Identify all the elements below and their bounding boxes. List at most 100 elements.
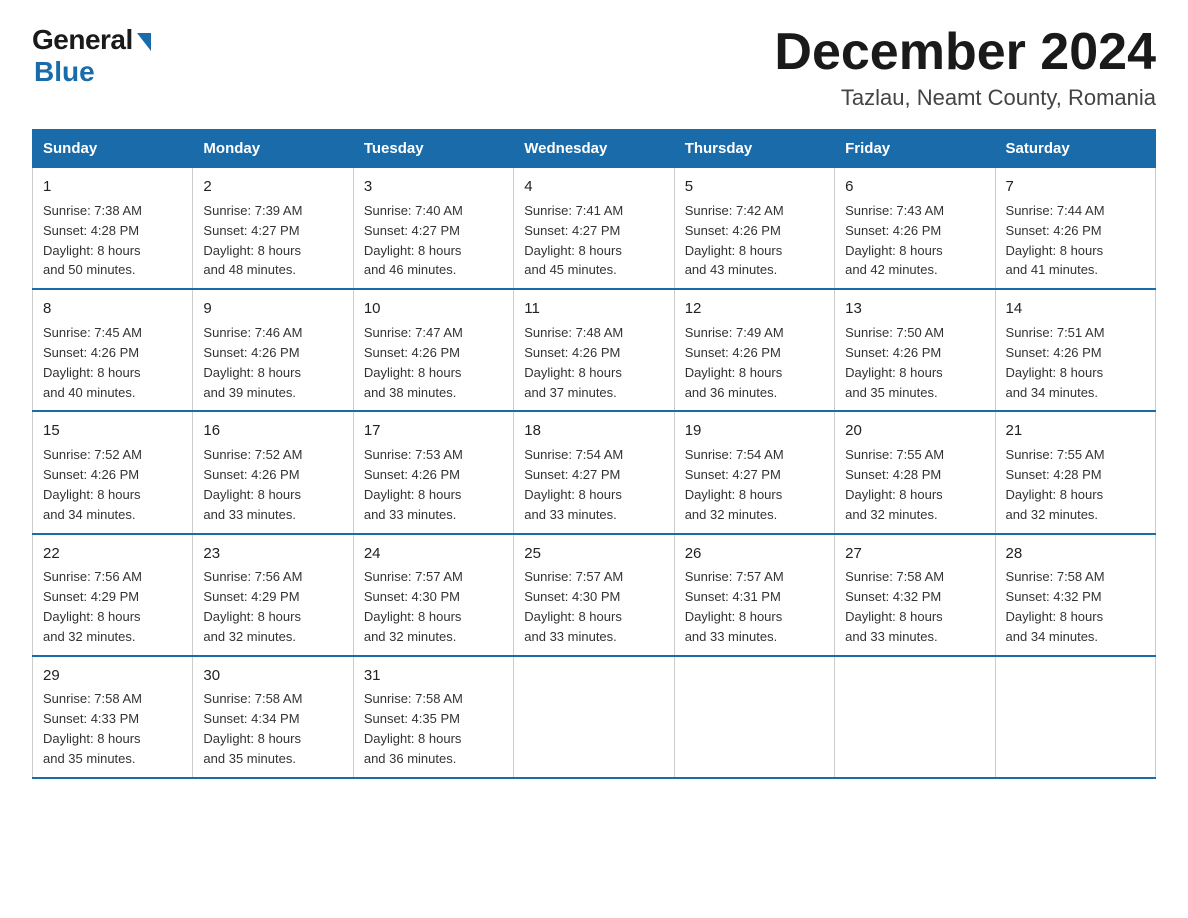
calendar-cell: 3Sunrise: 7:40 AMSunset: 4:27 PMDaylight… xyxy=(353,168,513,290)
page-header: General Blue December 2024 Tazlau, Neamt… xyxy=(32,24,1156,111)
day-number: 26 xyxy=(685,543,824,565)
day-info: Sunrise: 7:52 AMSunset: 4:26 PMDaylight:… xyxy=(43,447,142,522)
calendar-cell: 22 Sunrise: 7:56 AMSunset: 4:29 PMDayligh… xyxy=(33,534,193,656)
header-tuesday: Tuesday xyxy=(353,130,513,168)
day-info: Sunrise: 7:55 AMSunset: 4:28 PMDaylight:… xyxy=(1006,447,1105,522)
day-info: Sunrise: 7:56 AMSunset: 4:29 PMDaylight:… xyxy=(43,569,142,644)
day-info: Sunrise: 7:55 AMSunset: 4:28 PMDaylight:… xyxy=(845,447,944,522)
day-number: 6 xyxy=(845,176,984,198)
calendar-week-4: 22 Sunrise: 7:56 AMSunset: 4:29 PMDayligh… xyxy=(33,534,1156,656)
day-info: Sunrise: 7:46 AMSunset: 4:26 PMDaylight:… xyxy=(203,325,302,400)
calendar-subtitle: Tazlau, Neamt County, Romania xyxy=(774,85,1156,111)
calendar-cell xyxy=(995,656,1155,778)
day-number: 24 xyxy=(364,543,503,565)
logo-blue-text: Blue xyxy=(34,56,95,88)
header-wednesday: Wednesday xyxy=(514,130,674,168)
calendar-cell: 9 Sunrise: 7:46 AMSunset: 4:26 PMDaylight… xyxy=(193,289,353,411)
day-info: Sunrise: 7:57 AMSunset: 4:31 PMDaylight:… xyxy=(685,569,784,644)
day-info: Sunrise: 7:38 AMSunset: 4:28 PMDaylight:… xyxy=(43,203,142,278)
calendar-week-2: 8 Sunrise: 7:45 AMSunset: 4:26 PMDaylight… xyxy=(33,289,1156,411)
calendar-cell: 12 Sunrise: 7:49 AMSunset: 4:26 PMDayligh… xyxy=(674,289,834,411)
calendar-cell: 29Sunrise: 7:58 AMSunset: 4:33 PMDayligh… xyxy=(33,656,193,778)
day-number: 23 xyxy=(203,543,342,565)
day-info: Sunrise: 7:42 AMSunset: 4:26 PMDaylight:… xyxy=(685,203,784,278)
calendar-cell: 1Sunrise: 7:38 AMSunset: 4:28 PMDaylight… xyxy=(33,168,193,290)
calendar-cell: 4Sunrise: 7:41 AMSunset: 4:27 PMDaylight… xyxy=(514,168,674,290)
calendar-cell: 6 Sunrise: 7:43 AMSunset: 4:26 PMDaylight… xyxy=(835,168,995,290)
day-info: Sunrise: 7:45 AMSunset: 4:26 PMDaylight:… xyxy=(43,325,142,400)
day-info: Sunrise: 7:56 AMSunset: 4:29 PMDaylight:… xyxy=(203,569,302,644)
calendar-cell: 15 Sunrise: 7:52 AMSunset: 4:26 PMDayligh… xyxy=(33,411,193,533)
calendar-cell: 13 Sunrise: 7:50 AMSunset: 4:26 PMDayligh… xyxy=(835,289,995,411)
calendar-cell: 26 Sunrise: 7:57 AMSunset: 4:31 PMDayligh… xyxy=(674,534,834,656)
day-number: 15 xyxy=(43,420,182,442)
day-number: 4 xyxy=(524,176,663,198)
calendar-cell: 23 Sunrise: 7:56 AMSunset: 4:29 PMDayligh… xyxy=(193,534,353,656)
day-number: 20 xyxy=(845,420,984,442)
logo-general-text: General xyxy=(32,24,133,56)
day-info: Sunrise: 7:57 AMSunset: 4:30 PMDaylight:… xyxy=(524,569,623,644)
calendar-cell: 10Sunrise: 7:47 AMSunset: 4:26 PMDayligh… xyxy=(353,289,513,411)
day-number: 9 xyxy=(203,298,342,320)
day-info: Sunrise: 7:48 AMSunset: 4:26 PMDaylight:… xyxy=(524,325,623,400)
day-number: 12 xyxy=(685,298,824,320)
calendar-cell xyxy=(835,656,995,778)
day-info: Sunrise: 7:50 AMSunset: 4:26 PMDaylight:… xyxy=(845,325,944,400)
calendar-week-3: 15 Sunrise: 7:52 AMSunset: 4:26 PMDayligh… xyxy=(33,411,1156,533)
day-number: 28 xyxy=(1006,543,1145,565)
calendar-cell: 28Sunrise: 7:58 AMSunset: 4:32 PMDayligh… xyxy=(995,534,1155,656)
calendar-cell: 19Sunrise: 7:54 AMSunset: 4:27 PMDayligh… xyxy=(674,411,834,533)
day-number: 5 xyxy=(685,176,824,198)
day-info: Sunrise: 7:58 AMSunset: 4:32 PMDaylight:… xyxy=(845,569,944,644)
day-number: 25 xyxy=(524,543,663,565)
logo: General Blue xyxy=(32,24,151,88)
calendar-cell: 25 Sunrise: 7:57 AMSunset: 4:30 PMDayligh… xyxy=(514,534,674,656)
day-info: Sunrise: 7:40 AMSunset: 4:27 PMDaylight:… xyxy=(364,203,463,278)
calendar-cell: 7 Sunrise: 7:44 AMSunset: 4:26 PMDaylight… xyxy=(995,168,1155,290)
day-info: Sunrise: 7:54 AMSunset: 4:27 PMDaylight:… xyxy=(685,447,784,522)
calendar-cell: 18Sunrise: 7:54 AMSunset: 4:27 PMDayligh… xyxy=(514,411,674,533)
header-thursday: Thursday xyxy=(674,130,834,168)
calendar-cell: 11Sunrise: 7:48 AMSunset: 4:26 PMDayligh… xyxy=(514,289,674,411)
calendar-cell: 16Sunrise: 7:52 AMSunset: 4:26 PMDayligh… xyxy=(193,411,353,533)
day-number: 16 xyxy=(203,420,342,442)
calendar-week-1: 1Sunrise: 7:38 AMSunset: 4:28 PMDaylight… xyxy=(33,168,1156,290)
day-number: 8 xyxy=(43,298,182,320)
header-sunday: Sunday xyxy=(33,130,193,168)
calendar-cell: 21 Sunrise: 7:55 AMSunset: 4:28 PMDayligh… xyxy=(995,411,1155,533)
day-info: Sunrise: 7:44 AMSunset: 4:26 PMDaylight:… xyxy=(1006,203,1105,278)
day-info: Sunrise: 7:53 AMSunset: 4:26 PMDaylight:… xyxy=(364,447,463,522)
header-saturday: Saturday xyxy=(995,130,1155,168)
day-info: Sunrise: 7:58 AMSunset: 4:35 PMDaylight:… xyxy=(364,691,463,766)
calendar-cell: 27 Sunrise: 7:58 AMSunset: 4:32 PMDayligh… xyxy=(835,534,995,656)
calendar-cell xyxy=(674,656,834,778)
calendar-cell: 24 Sunrise: 7:57 AMSunset: 4:30 PMDayligh… xyxy=(353,534,513,656)
day-number: 14 xyxy=(1006,298,1145,320)
day-info: Sunrise: 7:54 AMSunset: 4:27 PMDaylight:… xyxy=(524,447,623,522)
day-info: Sunrise: 7:39 AMSunset: 4:27 PMDaylight:… xyxy=(203,203,302,278)
day-number: 22 xyxy=(43,543,182,565)
day-number: 27 xyxy=(845,543,984,565)
calendar-title: December 2024 xyxy=(774,24,1156,81)
day-number: 10 xyxy=(364,298,503,320)
title-block: December 2024 Tazlau, Neamt County, Roma… xyxy=(774,24,1156,111)
day-number: 31 xyxy=(364,665,503,687)
calendar-cell: 31 Sunrise: 7:58 AMSunset: 4:35 PMDayligh… xyxy=(353,656,513,778)
day-info: Sunrise: 7:57 AMSunset: 4:30 PMDaylight:… xyxy=(364,569,463,644)
day-info: Sunrise: 7:43 AMSunset: 4:26 PMDaylight:… xyxy=(845,203,944,278)
calendar-cell: 20 Sunrise: 7:55 AMSunset: 4:28 PMDayligh… xyxy=(835,411,995,533)
calendar-header: SundayMondayTuesdayWednesdayThursdayFrid… xyxy=(33,130,1156,168)
day-number: 17 xyxy=(364,420,503,442)
calendar-cell: 30Sunrise: 7:58 AMSunset: 4:34 PMDayligh… xyxy=(193,656,353,778)
header-row: SundayMondayTuesdayWednesdayThursdayFrid… xyxy=(33,130,1156,168)
day-info: Sunrise: 7:49 AMSunset: 4:26 PMDaylight:… xyxy=(685,325,784,400)
day-number: 13 xyxy=(845,298,984,320)
logo-triangle-icon xyxy=(137,33,151,51)
day-number: 7 xyxy=(1006,176,1145,198)
day-number: 21 xyxy=(1006,420,1145,442)
header-monday: Monday xyxy=(193,130,353,168)
calendar-body: 1Sunrise: 7:38 AMSunset: 4:28 PMDaylight… xyxy=(33,168,1156,778)
calendar-cell: 5 Sunrise: 7:42 AMSunset: 4:26 PMDaylight… xyxy=(674,168,834,290)
calendar-week-5: 29Sunrise: 7:58 AMSunset: 4:33 PMDayligh… xyxy=(33,656,1156,778)
calendar-cell: 14Sunrise: 7:51 AMSunset: 4:26 PMDayligh… xyxy=(995,289,1155,411)
